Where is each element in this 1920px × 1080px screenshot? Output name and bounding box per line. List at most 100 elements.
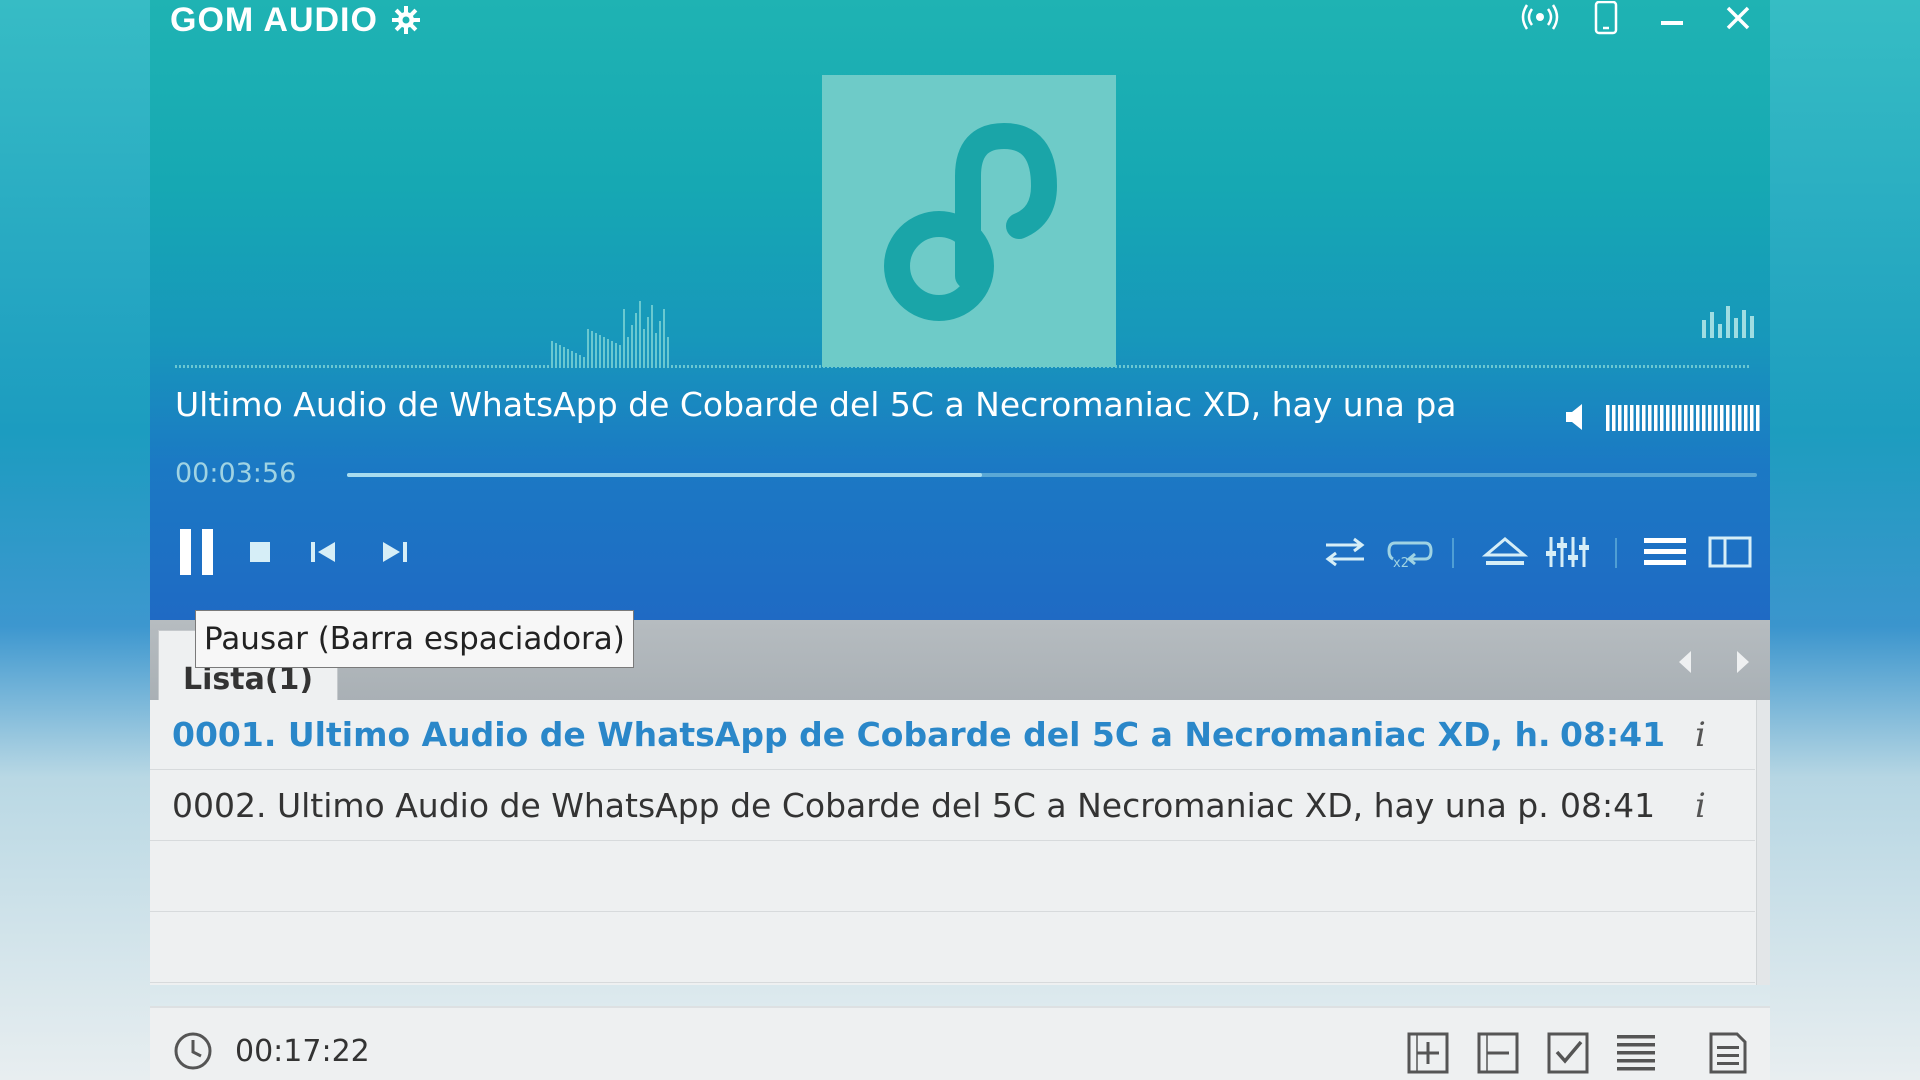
spectrum-bar xyxy=(727,365,729,368)
stop-button[interactable] xyxy=(245,520,275,584)
spectrum-bar xyxy=(443,365,445,368)
spectrum-bar xyxy=(1247,365,1249,368)
spectrum-bar xyxy=(351,365,353,368)
spectrum-bar xyxy=(519,365,521,368)
spectrum-bar xyxy=(1511,365,1513,368)
next-button[interactable] xyxy=(377,520,411,584)
playlist-empty-row xyxy=(150,842,1755,912)
spectrum-bar xyxy=(543,365,545,368)
volume-level-bar xyxy=(1672,405,1676,431)
spectrum-bar xyxy=(1387,365,1389,368)
playlist-scrollbar[interactable] xyxy=(1756,700,1770,985)
playlist-item[interactable]: 0002. Ultimo Audio de WhatsApp de Cobard… xyxy=(150,771,1755,841)
broadcast-icon[interactable] xyxy=(1520,1,1560,35)
sort-list-icon[interactable] xyxy=(1613,1030,1659,1076)
spectrum-bar xyxy=(375,365,377,368)
spectrum-bar xyxy=(479,365,481,368)
spectrum-bar xyxy=(1187,365,1189,368)
spectrum-bar xyxy=(1291,365,1293,368)
add-file-icon[interactable] xyxy=(1405,1030,1451,1076)
spectrum-bar xyxy=(1519,365,1521,368)
repeat-button[interactable] xyxy=(1320,520,1370,584)
spectrum-bar xyxy=(1263,365,1265,368)
spectrum-bar xyxy=(1311,365,1313,368)
spectrum-bar xyxy=(1571,365,1573,368)
volume-level-bar xyxy=(1708,405,1712,431)
spectrum-bar xyxy=(507,365,509,368)
spectrum-bar xyxy=(391,365,393,368)
playlist-file-icon[interactable] xyxy=(1705,1030,1751,1076)
spectrum-bar xyxy=(1403,365,1405,368)
volume-icon[interactable] xyxy=(1562,400,1596,434)
spectrum-bar xyxy=(1227,365,1229,368)
volume-level-bar xyxy=(1624,405,1628,431)
spectrum-bar xyxy=(275,365,277,368)
playlist-item[interactable]: 0001. Ultimo Audio de WhatsApp de Cobard… xyxy=(150,700,1755,770)
spectrum-bar xyxy=(1503,365,1505,368)
remove-file-icon[interactable] xyxy=(1475,1030,1521,1076)
spectrum-bar xyxy=(1703,365,1705,368)
tab-scroll-right-button[interactable] xyxy=(1723,642,1763,682)
spectrum-bar xyxy=(1375,365,1377,368)
playlist-toggle-button[interactable] xyxy=(1640,520,1690,584)
spectrum-bar xyxy=(1451,365,1453,368)
music-note-icon xyxy=(884,122,1058,321)
tab-scroll-left-button[interactable] xyxy=(1665,642,1705,682)
spectrum-bar xyxy=(667,337,669,368)
spectrum-bar xyxy=(615,343,617,368)
spectrum-bar xyxy=(503,365,505,368)
spectrum-bar xyxy=(1211,365,1213,368)
spectrum-bar xyxy=(467,365,469,368)
spectrum-bar xyxy=(1215,365,1217,368)
spectrum-bar xyxy=(639,301,641,368)
spectrum-bar xyxy=(1319,365,1321,368)
playlist-item-duration: 08:41 xyxy=(1560,715,1666,754)
spectrum-bar xyxy=(711,365,713,368)
shuffle-button[interactable]: x2 xyxy=(1385,520,1435,584)
layout-toggle-button[interactable] xyxy=(1705,520,1755,584)
info-icon[interactable]: i xyxy=(1695,786,1706,826)
spectrum-bar xyxy=(1667,365,1669,368)
spectrum-bar xyxy=(347,365,349,368)
equalizer-display-icon[interactable] xyxy=(1700,300,1756,340)
spectrum-bar xyxy=(1255,365,1257,368)
previous-button[interactable] xyxy=(307,520,341,584)
minimize-icon[interactable] xyxy=(1652,1,1692,35)
select-check-icon[interactable] xyxy=(1545,1030,1591,1076)
spectrum-bar xyxy=(1739,365,1741,368)
spectrum-bar xyxy=(1491,365,1493,368)
mobile-icon[interactable] xyxy=(1586,1,1626,35)
spectrum-bar xyxy=(339,365,341,368)
playlist-item-duration: 08:41 xyxy=(1560,786,1656,825)
chevron-right-icon xyxy=(1737,651,1749,673)
close-icon[interactable] xyxy=(1718,1,1758,35)
eject-button[interactable] xyxy=(1480,520,1530,584)
spectrum-bar xyxy=(1315,365,1317,368)
spectrum-bar xyxy=(311,365,313,368)
spectrum-bar xyxy=(1419,365,1421,368)
gear-icon[interactable] xyxy=(390,4,422,36)
spectrum-bar xyxy=(1159,365,1161,368)
volume-level-bar xyxy=(1702,405,1706,431)
info-icon[interactable]: i xyxy=(1695,715,1706,755)
equalizer-button[interactable] xyxy=(1543,520,1593,584)
spectrum-bar xyxy=(263,365,265,368)
pause-button[interactable] xyxy=(175,520,219,584)
volume-level-bar xyxy=(1726,405,1730,431)
spectrum-bar xyxy=(215,365,217,368)
volume-level-bar xyxy=(1690,405,1694,431)
spectrum-bar xyxy=(1523,365,1525,368)
spectrum-bar xyxy=(363,365,365,368)
spectrum-bar xyxy=(1743,365,1745,368)
repeat-icon xyxy=(1325,537,1365,567)
spectrum-bar xyxy=(699,365,701,368)
spectrum-bar xyxy=(1595,365,1597,368)
spectrum-bar xyxy=(1363,365,1365,368)
spectrum-bar xyxy=(515,365,517,368)
spectrum-bar xyxy=(535,365,537,368)
spectrum-bar xyxy=(1399,365,1401,368)
volume-slider[interactable] xyxy=(1606,403,1766,433)
seek-bar[interactable] xyxy=(347,473,1757,477)
spectrum-bar xyxy=(1551,365,1553,368)
spectrum-bar xyxy=(671,365,673,368)
